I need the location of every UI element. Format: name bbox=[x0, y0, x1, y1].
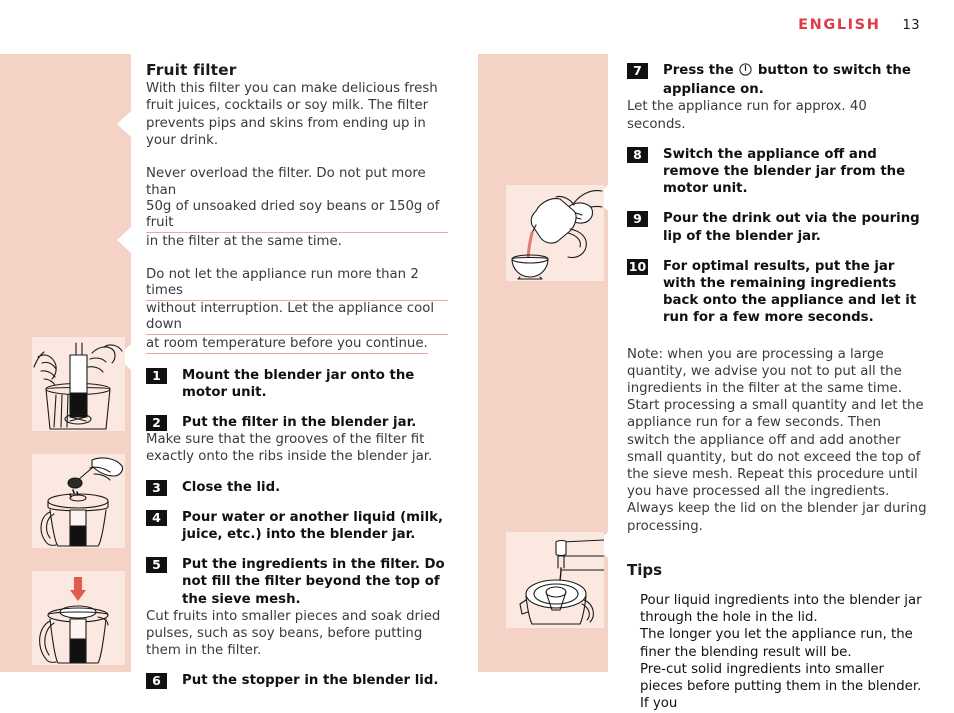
step-2-subtext: Make sure that the grooves of the filter… bbox=[146, 432, 433, 465]
step-2-number: 2 bbox=[146, 415, 167, 432]
pour-drink-into-bowl-illustration bbox=[506, 185, 604, 281]
pour-liquid-through-lid-hole-illustration bbox=[506, 532, 604, 628]
intro-paragraph: With this filter you can make delicious … bbox=[146, 81, 438, 148]
language-label: ENGLISH bbox=[798, 17, 881, 33]
warning-2-line-2: without interruption. Let the appliance … bbox=[146, 301, 448, 335]
warning-1-line-2: 50g of unsoaked dried soy beans or 150g … bbox=[146, 199, 448, 234]
step-7-text: Press the button to switch the appliance… bbox=[663, 62, 927, 98]
step-3-number: 3 bbox=[146, 479, 167, 496]
step-7-number: 7 bbox=[627, 63, 648, 79]
middle-illustration-strip bbox=[478, 54, 608, 672]
step-8-text: Switch the appliance off and remove the … bbox=[663, 146, 906, 197]
tip-item-2: The longer you let the appliance run, th… bbox=[640, 627, 913, 660]
note-paragraph: Note: when you are processing a large qu… bbox=[627, 346, 927, 534]
warning-1-line-1: Never overload the filter. Do not put mo… bbox=[146, 166, 426, 199]
step-1: 1 Mount the blender jar onto the motor u… bbox=[146, 367, 448, 401]
step-4-text: Pour water or another liquid (milk, juic… bbox=[182, 509, 444, 543]
tips-title: Tips bbox=[627, 560, 663, 579]
power-button-icon bbox=[739, 63, 752, 81]
page-title: Fruit filter bbox=[146, 61, 237, 79]
step-2: 2 Put the filter in the blender jar. bbox=[146, 414, 448, 432]
warning-2-line-3: at room temperature before you continue. bbox=[146, 336, 428, 354]
step-7: 7 Press the button to switch the applian… bbox=[627, 62, 927, 98]
left-notch-1 bbox=[117, 111, 131, 137]
stopper-into-lid-illustration bbox=[32, 571, 125, 665]
step-9-text: Pour the drink out via the pouring lip o… bbox=[663, 211, 920, 244]
tip-item-1: Pour liquid ingredients into the blender… bbox=[640, 593, 922, 626]
page-number: 13 bbox=[902, 18, 920, 33]
step-10-number: 10 bbox=[627, 258, 648, 275]
step-6: 6 Put the stopper in the blender lid. bbox=[146, 672, 448, 690]
left-text-column: Fruit filter With this filter you can ma… bbox=[146, 61, 448, 690]
page-header: ENGLISH 13 bbox=[798, 17, 920, 33]
step-3-text: Close the lid. bbox=[182, 479, 281, 495]
step-6-number: 6 bbox=[146, 673, 167, 690]
warning-paragraph-2: Do not let the appliance run more than 2… bbox=[146, 267, 448, 354]
left-illustration-strip bbox=[0, 54, 131, 672]
step-2-text: Put the filter in the blender jar. bbox=[182, 415, 417, 431]
right-text-column: 7 Press the button to switch the applian… bbox=[627, 62, 927, 713]
pour-ingredients-into-filter-illustration bbox=[32, 454, 125, 548]
step-5-text: Put the ingredients in the filter. Do no… bbox=[182, 557, 445, 607]
warning-paragraph-1: Never overload the filter. Do not put mo… bbox=[146, 165, 448, 251]
step-8-number: 8 bbox=[627, 146, 648, 163]
step-9-number: 9 bbox=[627, 211, 648, 228]
left-notch-2 bbox=[117, 227, 131, 253]
step-7-text-before-icon: Press the bbox=[663, 63, 734, 78]
step-6-text: Put the stopper in the blender lid. bbox=[182, 673, 439, 689]
step-3: 3 Close the lid. bbox=[146, 479, 448, 496]
step-5-subtext: Cut fruits into smaller pieces and soak … bbox=[146, 608, 441, 659]
step-9: 9 Pour the drink out via the pouring lip… bbox=[627, 210, 927, 244]
filter-insert-into-jar-illustration bbox=[32, 337, 125, 431]
step-7-subtext: Let the appliance run for approx. 40 sec… bbox=[627, 99, 867, 132]
step-5: 5 Put the ingredients in the filter. Do … bbox=[146, 556, 448, 608]
step-10: 10 For optimal results, put the jar with… bbox=[627, 258, 927, 327]
down-arrow-icon bbox=[70, 577, 86, 601]
warning-1-line-3: in the filter at the same time. bbox=[146, 234, 342, 250]
step-4: 4 Pour water or another liquid (milk, ju… bbox=[146, 509, 448, 543]
step-1-number: 1 bbox=[146, 367, 167, 384]
step-5-number: 5 bbox=[146, 557, 167, 574]
step-10-text: For optimal results, put the jar with th… bbox=[663, 258, 917, 326]
step-8: 8 Switch the appliance off and remove th… bbox=[627, 146, 927, 198]
warning-2-line-1: Do not let the appliance run more than 2… bbox=[146, 267, 448, 301]
step-4-number: 4 bbox=[146, 509, 167, 526]
tips-list: Pour liquid ingredients into the blender… bbox=[627, 592, 927, 712]
tip-item-3: Pre-cut solid ingredients into smaller p… bbox=[640, 661, 922, 712]
step-1-text: Mount the blender jar onto the motor uni… bbox=[182, 367, 415, 400]
